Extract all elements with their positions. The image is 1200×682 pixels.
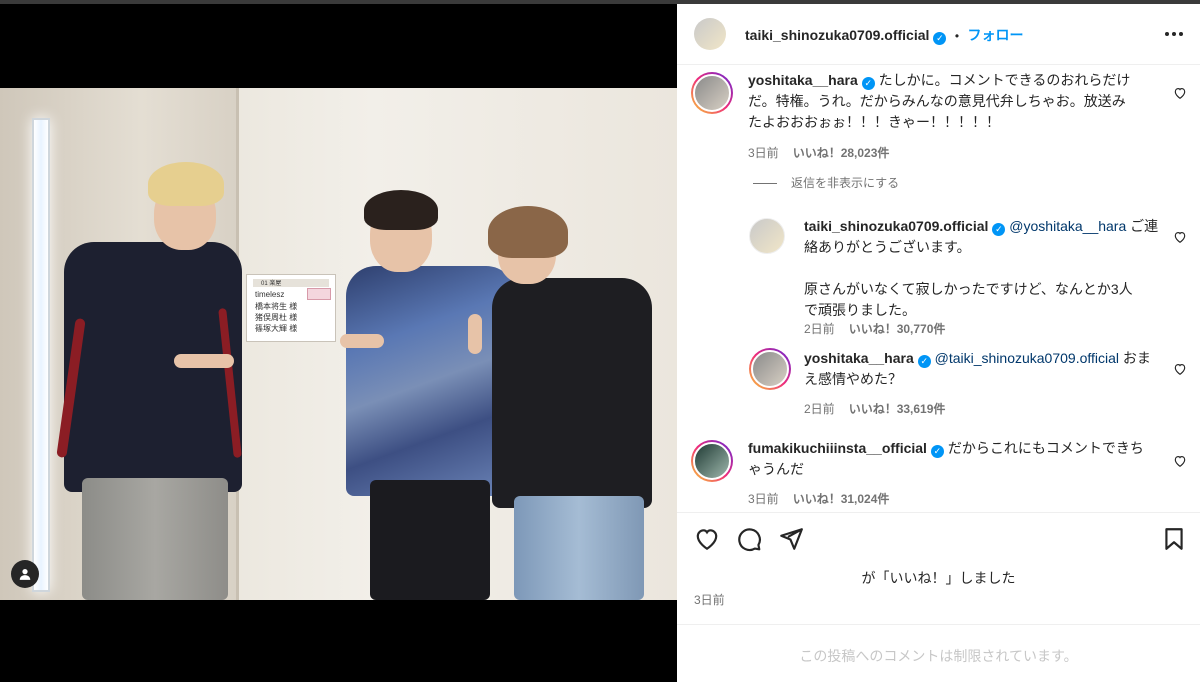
separator-dot: • bbox=[954, 29, 960, 43]
person-right bbox=[478, 206, 658, 600]
actions-divider bbox=[677, 512, 1200, 513]
comment-text-line-2: だ。特権。うれ。だからみんなの意見代弁しちゃお。放送み bbox=[748, 93, 1126, 109]
more-options-button[interactable] bbox=[1163, 26, 1185, 42]
nameplate-header: 01 楽屋 bbox=[261, 281, 282, 287]
reply-avatar[interactable] bbox=[749, 218, 785, 254]
reply-likes[interactable]: いいね！33,619件 bbox=[849, 402, 946, 416]
reply-text-line-1: ご連 bbox=[1130, 218, 1159, 234]
reply-username[interactable]: yoshitaka__hara bbox=[804, 350, 914, 366]
comment-like-icon[interactable] bbox=[1173, 454, 1187, 468]
hide-replies-label: 返信を非表示にする bbox=[791, 176, 900, 190]
reply-text-line-2: 絡ありがとうございます。 bbox=[804, 239, 971, 255]
reply-username[interactable]: taiki_shinozuka0709.official bbox=[804, 218, 988, 234]
comment-like-icon[interactable] bbox=[1173, 86, 1187, 100]
comment-text-line-3: たよおおおぉぉ！！！きゃー！！！！！ bbox=[748, 114, 1000, 130]
follow-button[interactable]: フォロー bbox=[968, 27, 1024, 43]
liked-by-text[interactable]: が「いいね！」しました bbox=[862, 570, 1016, 586]
verified-icon: ✓ bbox=[992, 223, 1006, 236]
commenter-username[interactable]: yoshitaka__hara bbox=[748, 72, 858, 88]
reply-avatar[interactable] bbox=[749, 348, 791, 390]
reply-time[interactable]: 2日前 bbox=[804, 402, 835, 416]
hide-replies-toggle[interactable]: 返信を非表示にする bbox=[753, 174, 899, 191]
liked-by-line: が「いいね！」しました bbox=[677, 568, 1200, 588]
verified-icon: ✓ bbox=[933, 32, 947, 45]
door-light-strip bbox=[32, 118, 50, 592]
post-header: taiki_shinozuka0709.official ✓ • フォロー bbox=[677, 4, 1200, 65]
comment-time[interactable]: 3日前 bbox=[748, 146, 779, 160]
reply-mention[interactable]: @yoshitaka__hara bbox=[1009, 218, 1126, 234]
comment-bubble-icon[interactable] bbox=[736, 526, 762, 552]
post-media[interactable]: 01 楽屋 timelesz 橋本将生 様 猪俣周杜 様 篠塚大輝 様 bbox=[0, 4, 677, 682]
comment-likes[interactable]: いいね！28,023件 bbox=[793, 146, 890, 160]
divider bbox=[753, 183, 777, 185]
reply-mention[interactable]: @taiki_shinozuka0709.official bbox=[935, 350, 1119, 366]
verified-icon: ✓ bbox=[930, 445, 944, 458]
reply-like-icon[interactable] bbox=[1173, 362, 1187, 376]
share-send-icon[interactable] bbox=[778, 526, 804, 552]
comment-text-line-2: ゃうんだ bbox=[748, 461, 804, 477]
comment-text-line-1: たしかに。コメントできるのおれらだけ bbox=[878, 72, 1131, 88]
nameplate-name-3: 篠塚大輝 様 bbox=[255, 324, 298, 333]
comment-likes[interactable]: いいね！31,024件 bbox=[793, 492, 890, 506]
tagged-users-button[interactable] bbox=[11, 560, 39, 588]
reply-like-icon[interactable] bbox=[1173, 230, 1187, 244]
footer-divider bbox=[677, 624, 1200, 625]
commenter-avatar[interactable] bbox=[691, 440, 733, 482]
reply-likes[interactable]: いいね！30,770件 bbox=[849, 322, 946, 336]
like-heart-icon[interactable] bbox=[694, 526, 720, 552]
bookmark-icon[interactable] bbox=[1161, 526, 1187, 552]
post-timestamp[interactable]: 3日前 bbox=[694, 591, 725, 608]
reply-time[interactable]: 2日前 bbox=[804, 322, 835, 336]
reply-text-line-5: で頑張りました。 bbox=[804, 302, 916, 318]
author-avatar[interactable] bbox=[694, 18, 726, 50]
verified-icon: ✓ bbox=[861, 77, 875, 90]
verified-icon: ✓ bbox=[917, 355, 931, 368]
nameplate-group: timelesz bbox=[255, 290, 285, 299]
commenter-avatar[interactable] bbox=[691, 72, 733, 114]
commenter-username[interactable]: fumakikuchiiinsta__official bbox=[748, 440, 927, 456]
reply-text-line-4: 原さんがいなくて寂しかったですけど、なんとか3人 bbox=[804, 281, 1133, 297]
comment-time[interactable]: 3日前 bbox=[748, 492, 779, 506]
more-horizontal-icon bbox=[1165, 32, 1183, 36]
post-photo: 01 楽屋 timelesz 橋本将生 様 猪俣周杜 様 篠塚大輝 様 bbox=[0, 88, 677, 600]
person-left bbox=[56, 158, 248, 600]
dressing-room-nameplate: 01 楽屋 timelesz 橋本将生 様 猪俣周杜 様 篠塚大輝 様 bbox=[246, 274, 336, 342]
comments-restricted-notice: この投稿へのコメントは制限されています。 bbox=[799, 648, 1078, 664]
author-username[interactable]: taiki_shinozuka0709.official bbox=[745, 27, 929, 43]
comment-text-line-1: だからこれにもコメントできち bbox=[947, 440, 1144, 456]
reply-text-line-1: おま bbox=[1122, 350, 1151, 366]
nameplate-name-2: 猪俣周杜 様 bbox=[255, 313, 298, 322]
nameplate-name-1: 橋本将生 様 bbox=[255, 302, 298, 311]
post-side-panel: taiki_shinozuka0709.official ✓ • フォロー yos… bbox=[677, 4, 1200, 682]
reply-text-line-2: え感情やめた？ bbox=[804, 371, 902, 387]
person-icon bbox=[19, 569, 31, 580]
